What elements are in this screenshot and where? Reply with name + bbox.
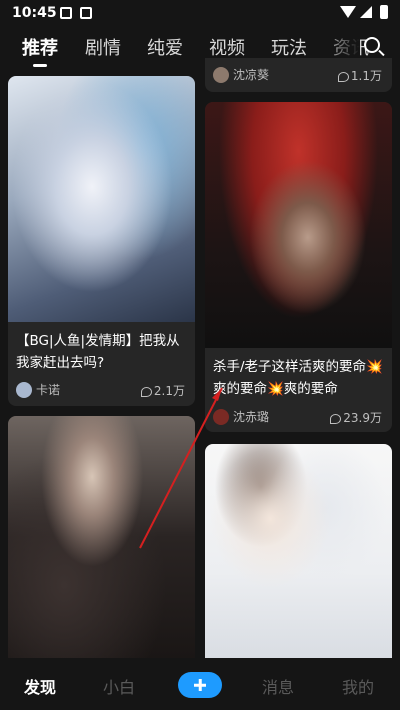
tab-pure-love[interactable]: 纯爱 — [147, 34, 183, 60]
feed-card-right-2[interactable] — [205, 444, 392, 658]
card-likes: 2.1万 — [140, 382, 185, 399]
image-notification-icon — [60, 7, 72, 19]
card-cover-image — [8, 76, 195, 322]
card-title: 【BG|人鱼|发情期】把我从我家赶出去吗? — [16, 333, 180, 371]
card-cover-image — [205, 102, 392, 348]
card-cover-image — [205, 444, 392, 658]
bottom-nav: 发现 小白 消息 我的 — [0, 658, 400, 710]
create-button[interactable] — [178, 672, 222, 698]
card-likes: 1.1万 — [337, 67, 382, 84]
app-notification-icon — [80, 7, 92, 19]
search-icon[interactable] — [364, 37, 380, 53]
nav-me[interactable]: 我的 — [342, 674, 374, 698]
avatar — [213, 408, 229, 425]
feed-card-right-0[interactable]: 沈凉葵 1.1万 — [205, 58, 392, 92]
comment-icon — [337, 71, 349, 82]
tab-story[interactable]: 剧情 — [85, 34, 121, 60]
status-time: 10:45 — [12, 5, 57, 21]
comment-icon — [330, 413, 342, 424]
avatar — [16, 381, 32, 398]
battery-icon — [380, 5, 388, 19]
nav-xiaobai[interactable]: 小白 — [103, 674, 135, 698]
nav-discover[interactable]: 发现 — [24, 674, 56, 698]
card-author: 沈凉葵 — [213, 66, 269, 84]
tab-recommend[interactable]: 推荐 — [22, 34, 58, 60]
feed-card-right-1[interactable]: 杀手/老子这样活爽的要命💥爽的要命💥爽的要命 沈赤璐 23.9万 — [205, 102, 392, 432]
card-likes: 23.9万 — [330, 409, 382, 426]
signal-icon — [360, 6, 372, 18]
card-author: 卡诺 — [16, 381, 60, 399]
comment-icon — [140, 386, 152, 397]
wifi-icon — [340, 6, 356, 18]
tab-gameplay[interactable]: 玩法 — [271, 34, 307, 60]
feed-card-left-0[interactable]: 【BG|人鱼|发情期】把我从我家赶出去吗? 卡诺 2.1万 — [8, 76, 195, 406]
tab-video[interactable]: 视频 — [209, 34, 245, 60]
active-tab-indicator — [33, 64, 47, 67]
card-author: 沈赤璐 — [213, 408, 269, 426]
status-bar: 10:45 — [0, 0, 400, 28]
card-cover-image — [8, 416, 195, 658]
card-title: 杀手/老子这样活爽的要命💥爽的要命💥爽的要命 — [213, 359, 383, 397]
feed-card-left-1[interactable] — [8, 416, 195, 658]
nav-messages[interactable]: 消息 — [262, 674, 294, 698]
avatar — [213, 66, 229, 83]
